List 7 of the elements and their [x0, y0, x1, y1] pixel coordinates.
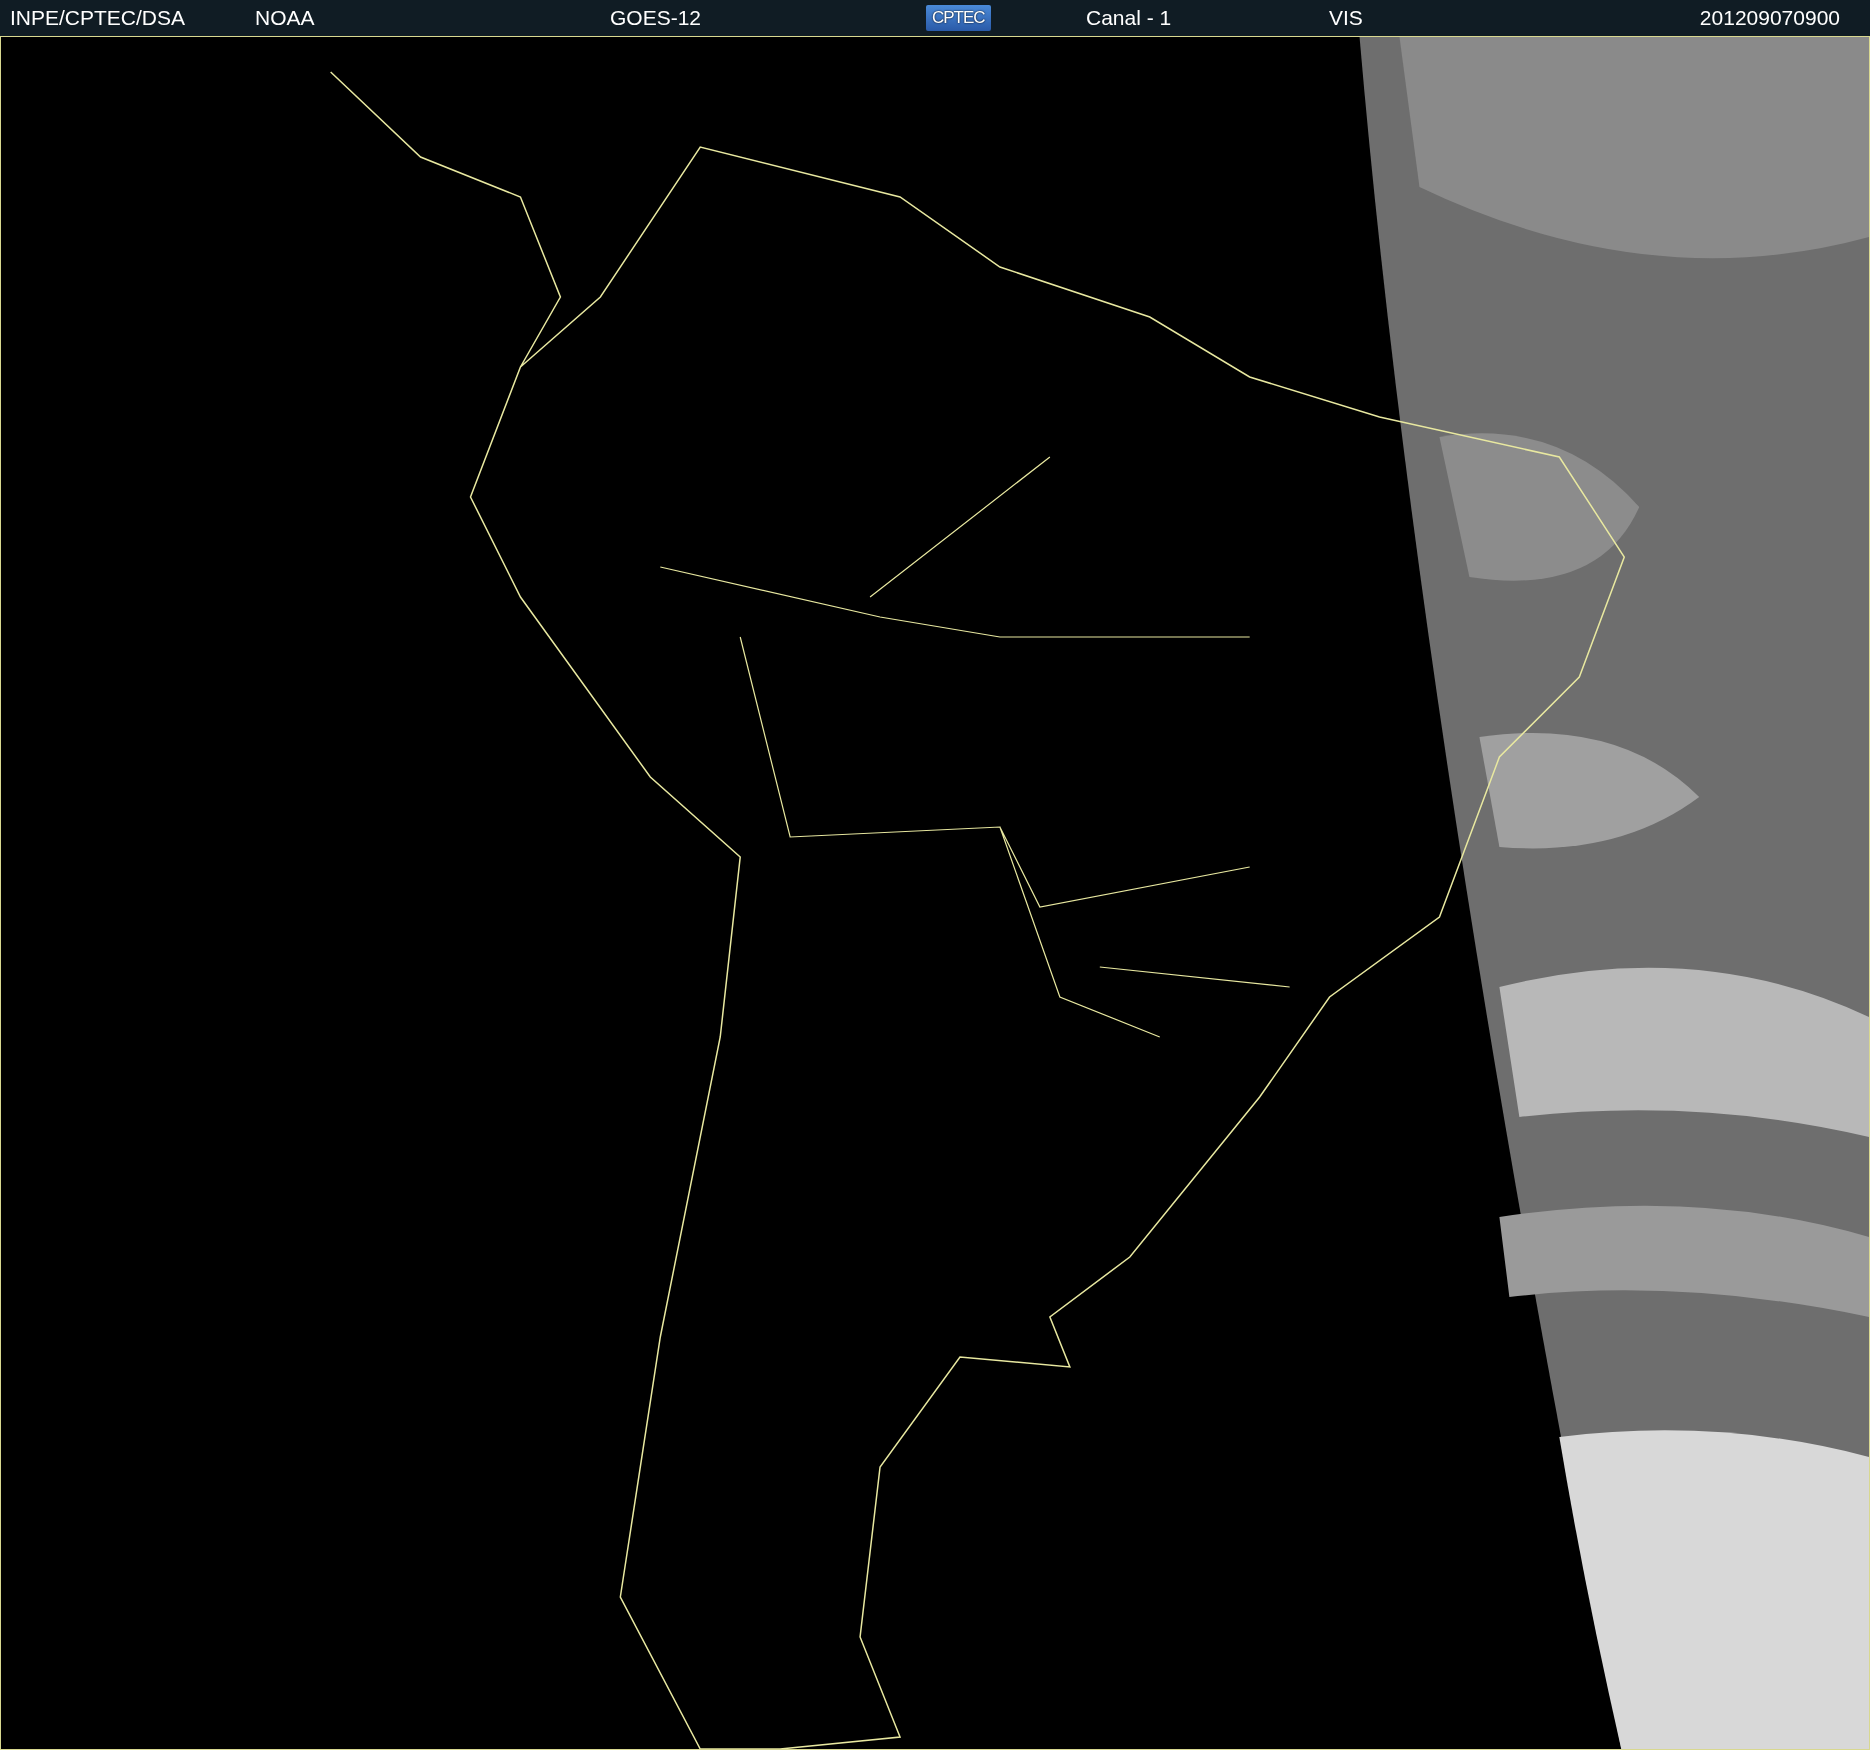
header-label: GOES-12 [610, 6, 703, 30]
header-label: INPE/CPTEC/DSA [10, 6, 187, 30]
header-label: NOAA [255, 6, 316, 30]
logo: CPTEC [926, 5, 991, 31]
header-label: 201209070900 [1699, 6, 1840, 30]
header-label: VIS [1329, 6, 1364, 30]
header-label: Canal - 1 [1086, 6, 1173, 30]
